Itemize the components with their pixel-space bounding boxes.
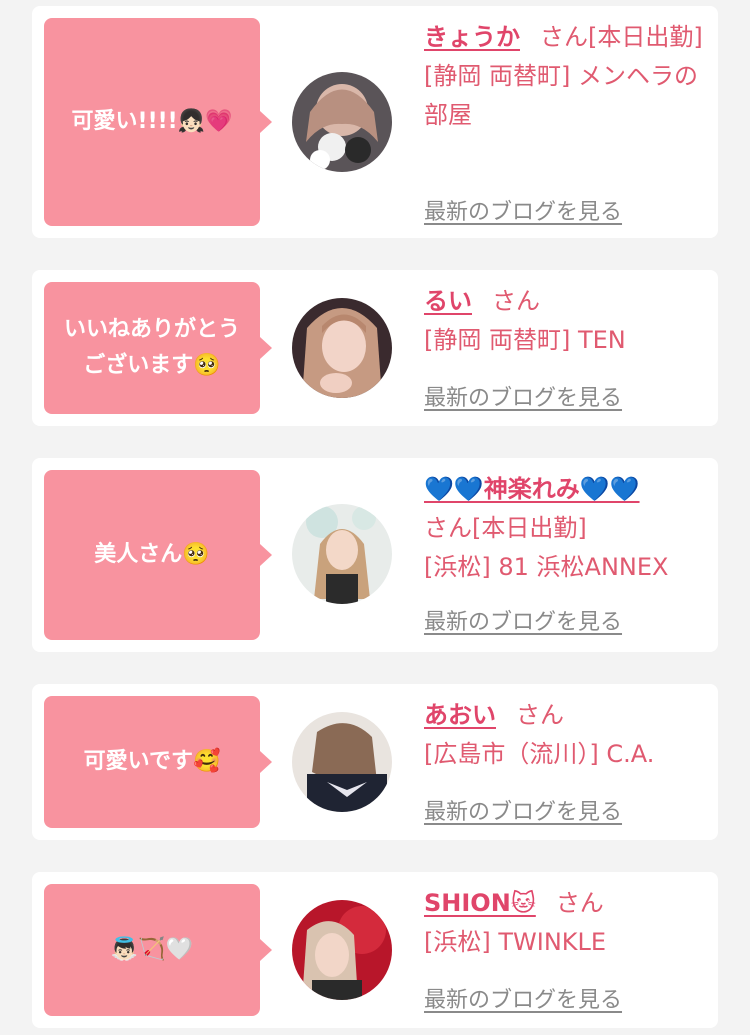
girl-card: 美人さん🥺 💙💙神楽れみ💙💙 さん[本日出勤] [浜松] 81 浜松ANNEX … xyxy=(32,458,718,652)
comment-text: 可愛いです🥰 xyxy=(83,749,221,774)
comment-bubble: 可愛いです🥰 xyxy=(44,696,272,828)
girl-card: 👼🏻🏹🤍 SHION🐱 さん [浜松] TWINKLE 最新のブログを見る xyxy=(32,872,718,1028)
girl-name-link[interactable]: SHION🐱 xyxy=(424,889,536,917)
girl-name-link[interactable]: あおい xyxy=(424,701,496,729)
avatar-image xyxy=(292,504,392,604)
avatar[interactable] xyxy=(292,900,392,1000)
girl-card: 可愛いです🥰 あおい さん [広島市（流川）] C.A. 最新のブログを見る xyxy=(32,684,718,840)
avatar[interactable] xyxy=(292,712,392,812)
shop-label: [浜松] 81 浜松ANNEX xyxy=(424,553,669,581)
blog-link[interactable]: 最新のブログを見る xyxy=(424,982,622,1014)
shop-label: [静岡 両替町] メンヘラの部屋 xyxy=(424,62,698,129)
comment-bubble: 👼🏻🏹🤍 xyxy=(44,884,272,1016)
blog-link[interactable]: 最新のブログを見る xyxy=(424,794,622,826)
blog-link[interactable]: 最新のブログを見る xyxy=(424,604,622,636)
blog-link[interactable]: 最新のブログを見る xyxy=(424,380,622,412)
girl-info: SHION🐱 さん [浜松] TWINKLE xyxy=(424,884,704,962)
avatar-image xyxy=(292,298,392,398)
comment-text: 可愛い!!!!👧🏻💗 xyxy=(71,109,233,134)
girl-info: きょうか さん[本日出勤] [静岡 両替町] メンヘラの部屋 xyxy=(424,18,704,135)
girl-suffix: さん xyxy=(516,701,564,729)
comment-bubble: 可愛い!!!!👧🏻💗 xyxy=(44,18,272,226)
girl-info: あおい さん [広島市（流川）] C.A. xyxy=(424,696,704,774)
shop-label: [静岡 両替町] TEN xyxy=(424,326,626,354)
girl-name-link[interactable]: きょうか xyxy=(424,23,520,51)
avatar[interactable] xyxy=(292,298,392,398)
avatar[interactable] xyxy=(292,72,392,172)
girl-card: 可愛い!!!!👧🏻💗 きょうか さん[本日出勤] [静岡 両替町] メンヘラの部屋… xyxy=(32,6,718,238)
avatar-image xyxy=(292,72,392,172)
comment-text: 👼🏻🏹🤍 xyxy=(110,937,194,962)
shop-label: [浜松] TWINKLE xyxy=(424,928,607,956)
girl-info: 💙💙神楽れみ💙💙 さん[本日出勤] [浜松] 81 浜松ANNEX xyxy=(424,470,704,587)
girl-suffix: さん xyxy=(555,889,604,917)
avatar-image xyxy=(292,712,392,812)
girl-name-link[interactable]: 💙💙神楽れみ💙💙 xyxy=(424,475,640,503)
comment-text: いいねありがとうございます🥺 xyxy=(63,317,240,378)
girl-info: るい さん [静岡 両替町] TEN xyxy=(424,282,704,360)
girl-name-link[interactable]: るい xyxy=(424,287,472,315)
girl-suffix: さん xyxy=(492,287,540,315)
comment-bubble: いいねありがとうございます🥺 xyxy=(44,282,272,414)
girl-suffix: さん[本日出勤] xyxy=(424,514,587,542)
avatar[interactable] xyxy=(292,504,392,604)
comment-bubble: 美人さん🥺 xyxy=(44,470,272,640)
comment-text: 美人さん🥺 xyxy=(94,542,210,567)
girl-suffix: さん[本日出勤] xyxy=(540,23,703,51)
girl-card: いいねありがとうございます🥺 るい さん [静岡 両替町] TEN 最新のブログを… xyxy=(32,270,718,426)
shop-label: [広島市（流川）] C.A. xyxy=(424,740,655,768)
avatar-image xyxy=(292,900,392,1000)
blog-link[interactable]: 最新のブログを見る xyxy=(424,194,622,226)
